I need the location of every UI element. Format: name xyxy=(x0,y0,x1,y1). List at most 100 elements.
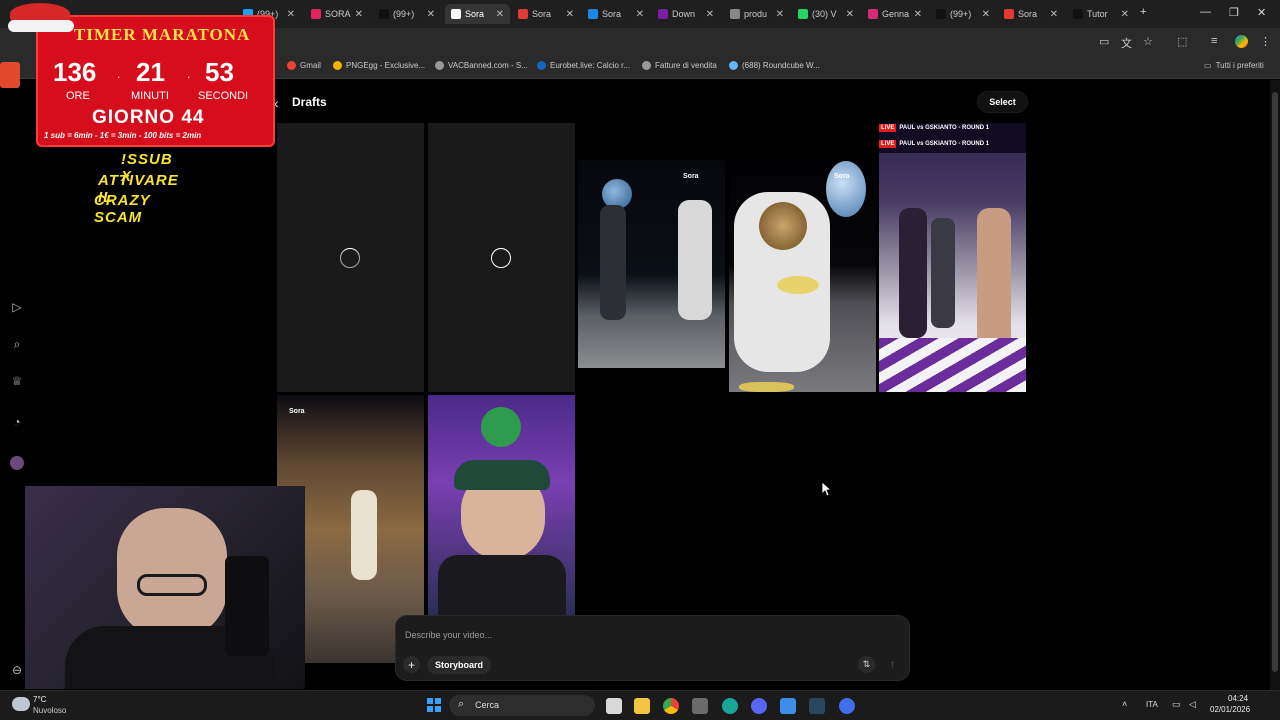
browser-tab[interactable]: SORA ✕ xyxy=(305,4,369,24)
search-icon[interactable]: ⌕ xyxy=(10,337,24,351)
input-language[interactable]: ITA xyxy=(1146,700,1158,709)
draft-tile-loading[interactable] xyxy=(428,123,575,392)
browser-tab[interactable]: Sora ✕ xyxy=(582,4,650,24)
bookmark-link[interactable]: Eurobet.live: Calcio r... xyxy=(537,61,630,70)
profile-avatar[interactable] xyxy=(1235,35,1248,48)
close-tab-icon[interactable]: ✕ xyxy=(1050,9,1058,20)
tab-label: Down xyxy=(672,9,696,19)
tray-chevron-icon[interactable]: ˄ xyxy=(1122,699,1127,709)
draft-tile-video[interactable]: Sora xyxy=(578,160,725,368)
maximize-icon[interactable]: ❐ xyxy=(1229,6,1239,19)
bookmark-star-icon[interactable]: ☆ xyxy=(1143,35,1153,48)
media-control-icon[interactable]: ≡ xyxy=(1211,35,1217,47)
chrome-icon[interactable] xyxy=(663,698,679,714)
browser-tab[interactable]: Genna ✕ xyxy=(862,4,928,24)
draft-tile-video[interactable] xyxy=(428,395,575,615)
browser-tab[interactable]: Sora ✕ xyxy=(998,4,1064,24)
browser-tab[interactable]: (99+) ✕ xyxy=(373,4,441,24)
santa-hat-trim xyxy=(8,20,74,32)
cast-icon[interactable]: ▭ xyxy=(1099,35,1109,48)
discord-icon[interactable] xyxy=(751,698,767,714)
webcam-feed xyxy=(25,486,305,689)
close-tab-icon[interactable]: ✕ xyxy=(846,9,854,20)
draft-tile-video[interactable]: LIVE PAUL vs GSKIANTO - ROUND 1 LIVE PAU… xyxy=(879,123,1026,392)
browser-tab[interactable]: Tutor ✕ xyxy=(1067,4,1135,24)
app-icon[interactable] xyxy=(692,698,708,714)
seconds-label: SECONDI xyxy=(198,90,249,102)
bookmark-link[interactable]: Fatture di vendita xyxy=(642,61,717,70)
browser-tab[interactable]: Down ✕ xyxy=(652,4,720,24)
volume-icon[interactable]: ◁ xyxy=(1189,699,1196,710)
bell-icon[interactable]: ◔ xyxy=(10,415,24,429)
draft-tile-video[interactable]: Sora xyxy=(729,160,876,392)
bookmark-link[interactable]: VACBanned.com - S... xyxy=(435,61,528,70)
select-button[interactable]: Select xyxy=(977,91,1028,113)
browser-tab[interactable]: Sora ✕ xyxy=(445,4,510,24)
clock-time[interactable]: 04:24 xyxy=(1228,694,1248,703)
new-tab-icon[interactable]: + xyxy=(1140,6,1146,18)
weather-condition[interactable]: Nuvoloso xyxy=(33,706,66,715)
prompt-composer[interactable]: Describe your video... + Storyboard ⇅ ↑ xyxy=(395,615,910,681)
draft-tile-loading[interactable] xyxy=(277,123,424,392)
browser-menu-icon[interactable]: ⋮ xyxy=(1260,35,1271,48)
all-bookmarks-link[interactable]: ▭ Tutti i preferiti xyxy=(1204,61,1264,70)
page-scrollbar[interactable] xyxy=(1270,80,1280,690)
bookmark-link[interactable]: (688) Roundcube W... xyxy=(729,61,820,70)
windows-start-icon[interactable] xyxy=(427,698,441,712)
app-icon[interactable] xyxy=(839,698,855,714)
bookmark-favicon-icon xyxy=(435,61,444,70)
tab-favicon-icon xyxy=(588,9,598,19)
minimize-icon[interactable]: — xyxy=(1200,6,1211,18)
browser-tab[interactable]: produ ✕ xyxy=(724,4,790,24)
close-tab-icon[interactable]: ✕ xyxy=(566,9,574,20)
close-tab-icon[interactable]: ✕ xyxy=(982,9,990,20)
bookmark-link[interactable]: Gmail xyxy=(287,61,321,70)
close-tab-icon[interactable]: ✕ xyxy=(1121,9,1129,20)
extensions-icon[interactable]: ⬚ xyxy=(1177,35,1187,48)
task-view-icon[interactable] xyxy=(606,698,622,714)
tab-label: Sora xyxy=(602,9,622,19)
user-avatar[interactable] xyxy=(10,456,24,470)
play-icon[interactable]: ▷ xyxy=(10,300,24,314)
chatgpt-icon[interactable] xyxy=(722,698,738,714)
tab-favicon-icon xyxy=(518,9,528,19)
add-media-button[interactable]: + xyxy=(403,656,420,673)
close-window-icon[interactable]: ✕ xyxy=(1257,6,1266,19)
glasses xyxy=(137,574,207,596)
browser-tab[interactable]: (99+) ✕ xyxy=(930,4,996,24)
weather-temperature[interactable]: 7°C xyxy=(33,695,46,704)
app-icon[interactable] xyxy=(780,698,796,714)
file-explorer-icon[interactable] xyxy=(634,698,650,714)
help-icon[interactable]: ⊖ xyxy=(10,663,24,677)
day-counter: GIORNO 44 xyxy=(92,107,205,128)
network-icon[interactable]: ▭ xyxy=(1172,699,1181,710)
bookmark-link[interactable]: PNGEgg - Exclusive... xyxy=(333,61,425,70)
steam-icon[interactable] xyxy=(809,698,825,714)
taskbar-search[interactable]: ⌕ Cerca xyxy=(449,695,595,716)
close-tab-icon[interactable]: ✕ xyxy=(776,9,784,20)
clock-date[interactable]: 02/01/2026 xyxy=(1210,705,1250,714)
send-button[interactable]: ↑ xyxy=(884,656,901,673)
browser-tab[interactable]: (30) V ✕ xyxy=(792,4,860,24)
trophy-icon[interactable]: ♕ xyxy=(10,374,24,388)
promo-line: CRAZY SCAM xyxy=(94,192,151,226)
object-cheese xyxy=(739,382,794,392)
storyboard-button[interactable]: Storyboard xyxy=(427,656,492,674)
translate-icon[interactable]: 文 xyxy=(1121,35,1132,51)
search-label: Cerca xyxy=(475,700,500,710)
bookmark-favicon-icon xyxy=(537,61,546,70)
windows-taskbar: 7°C Nuvoloso ⌕ Cerca ˄ ITA ▭ ◁ 04:24 02/… xyxy=(0,690,1280,720)
browser-tab[interactable]: Sora ✕ xyxy=(512,4,580,24)
close-tab-icon[interactable]: ✕ xyxy=(914,9,922,20)
live-badge-row: LIVE PAUL vs GSKIANTO - ROUND 1 xyxy=(879,140,989,148)
close-tab-icon[interactable]: ✕ xyxy=(496,9,504,20)
close-tab-icon[interactable]: ✕ xyxy=(636,9,644,20)
close-tab-icon[interactable]: ✕ xyxy=(355,9,363,20)
search-icon: ⌕ xyxy=(458,698,465,710)
timer-hours: 136 xyxy=(53,57,97,87)
close-tab-icon[interactable]: ✕ xyxy=(706,9,714,20)
settings-sliders-button[interactable]: ⇅ xyxy=(858,656,875,673)
prompt-input[interactable]: Describe your video... xyxy=(405,630,492,640)
close-tab-icon[interactable]: ✕ xyxy=(287,9,295,20)
close-tab-icon[interactable]: ✕ xyxy=(427,9,435,20)
